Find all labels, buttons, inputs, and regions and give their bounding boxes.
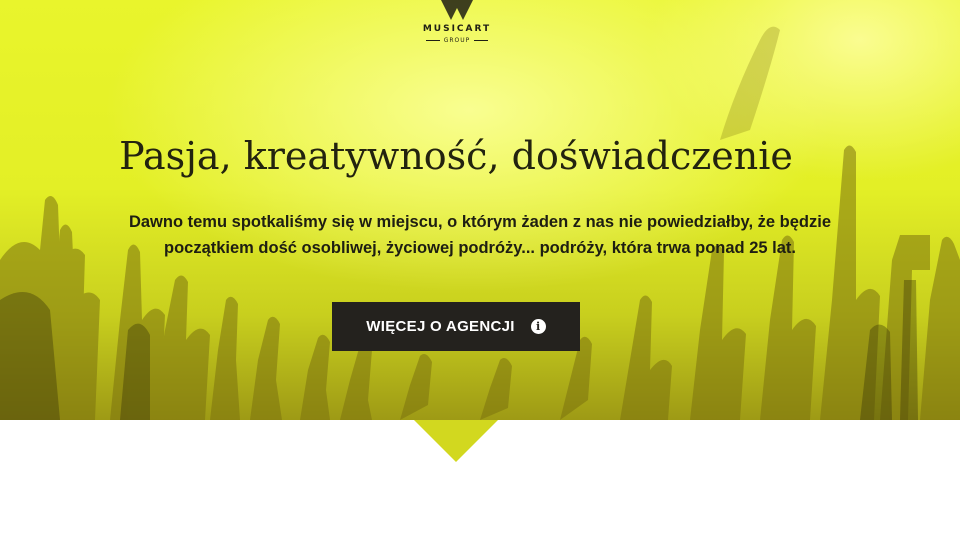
logo-mark-icon xyxy=(441,0,473,20)
hero-lead-line2: początkiem dość osobliwej, życiowej podr… xyxy=(163,239,796,257)
musicart-logo[interactable]: MUSICART GROUP xyxy=(420,0,494,56)
about-agency-button[interactable]: WIĘCEJ O AGENCJI i xyxy=(332,302,580,351)
section-pointer xyxy=(414,420,498,462)
logo-name: MUSICART xyxy=(422,24,492,34)
logo-sub-text: GROUP xyxy=(443,37,471,44)
hero-lead-line1: Dawno temu spotkaliśmy się w miejscu, o … xyxy=(128,213,832,231)
info-icon: i xyxy=(530,319,546,334)
hero-banner: MUSICART GROUP Pasja, kreatywność, doświ… xyxy=(0,0,960,420)
logo-sub: GROUP xyxy=(420,37,494,44)
hero-lead: Dawno temu spotkaliśmy się w miejscu, o … xyxy=(40,209,920,261)
logo-rule-left xyxy=(425,40,440,41)
logo-rule-right xyxy=(474,40,489,41)
about-agency-button-label: WIĘCEJ O AGENCJI xyxy=(366,318,515,335)
hero-title: Pasja, kreatywność, doświadczenie xyxy=(0,134,912,178)
hero-title-text: Pasja, kreatywność, doświadczenie xyxy=(119,134,793,178)
